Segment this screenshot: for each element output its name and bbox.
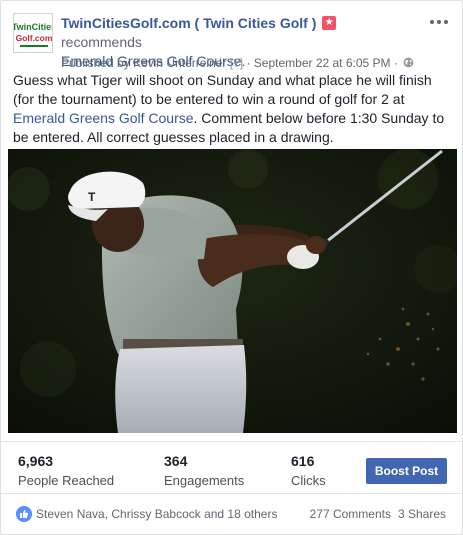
post-header: TwinCities Golf.com TwinCitiesGolf.com (… — [13, 13, 450, 73]
people-reached[interactable]: 6,963 People Reached — [18, 452, 114, 490]
recommend-star-icon: ★ — [322, 16, 337, 30]
more-options-icon[interactable] — [430, 15, 450, 29]
likers-text[interactable]: Steven Nava, Chrissy Babcock and 18 othe… — [36, 506, 277, 522]
logo-text-bottom: Golf.com — [16, 33, 53, 43]
reactions-bar: Steven Nava, Chrissy Babcock and 18 othe… — [1, 493, 462, 534]
post-photo[interactable]: T — [8, 149, 457, 433]
shares-count[interactable]: 3 Shares — [398, 507, 446, 521]
logo-text-top: TwinCities — [14, 22, 53, 32]
page-logo[interactable]: TwinCities Golf.com — [13, 13, 53, 53]
post-date[interactable]: September 22 at 6:05 PM — [254, 56, 391, 70]
help-mark[interactable]: [?] — [230, 56, 243, 70]
clicks[interactable]: 616 Clicks — [291, 452, 326, 490]
post-text-link[interactable]: Emerald Greens Golf Course — [13, 110, 194, 126]
globe-icon — [403, 57, 414, 68]
meta-separator-2: · — [393, 56, 398, 70]
comments-count[interactable]: 277 Comments — [310, 507, 391, 521]
post-text: Guess what Tiger will shoot on Sunday an… — [13, 71, 453, 147]
boost-post-button[interactable]: Boost Post — [366, 458, 447, 484]
meta-separator: · — [246, 56, 251, 70]
svg-text:T: T — [88, 190, 96, 204]
post-meta: Published by Kevin Unterreiner [?] · Sep… — [61, 56, 414, 70]
recommends-label: recommends — [61, 34, 142, 50]
clicks-label: Clicks — [291, 473, 326, 488]
engagements[interactable]: 364 Engagements — [164, 452, 244, 490]
post-text-part1: Guess what Tiger will shoot on Sunday an… — [13, 72, 432, 107]
people-reached-label: People Reached — [18, 473, 115, 488]
engagement-counts: 277 Comments 3 Shares — [310, 506, 446, 522]
page-name-link[interactable]: TwinCitiesGolf.com ( Twin Cities Golf ) — [61, 15, 316, 31]
published-by[interactable]: Published by Kevin Unterreiner — [61, 56, 226, 70]
people-reached-value: 6,963 — [18, 453, 54, 469]
engagements-label: Engagements — [164, 473, 245, 488]
clicks-value: 616 — [291, 453, 315, 469]
engagements-value: 364 — [164, 453, 188, 469]
like-thumb-icon[interactable] — [16, 506, 32, 522]
post-card: TwinCities Golf.com TwinCitiesGolf.com (… — [0, 0, 463, 535]
post-insights: 6,963 People Reached 364 Engagements 616… — [1, 441, 462, 493]
